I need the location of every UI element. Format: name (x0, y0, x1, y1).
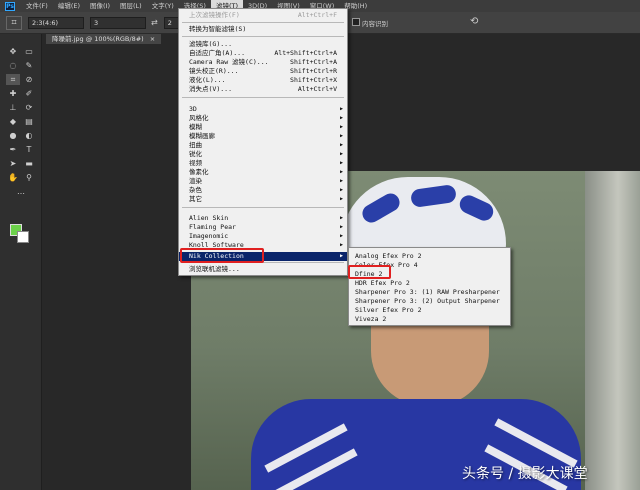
ratio-select[interactable]: 2:3(4:6) (28, 16, 84, 29)
content-aware-label: 内容识别 (362, 20, 388, 28)
submenu-arrow-icon: ▶ (339, 253, 343, 259)
menu-item-alien-skin[interactable]: Alien Skin ▶ (179, 214, 347, 223)
menu-item-lens-correction[interactable]: 镜头校正(R)... Shift+Ctrl+R (179, 67, 347, 76)
submenu-item-silver-efex[interactable]: Silver Efex Pro 2 (349, 306, 510, 315)
menu-item-other[interactable]: 其它 ▶ (179, 195, 347, 204)
submenu-arrow-icon: ▶ (339, 151, 343, 157)
swap-icon[interactable]: ⇄ (151, 18, 158, 27)
crop-icon[interactable]: ⌗ (6, 74, 20, 85)
move-icon[interactable]: ✥ (6, 46, 20, 57)
menu-item-render[interactable]: 渲染 ▶ (179, 177, 347, 186)
eraser-icon[interactable]: ◆ (6, 116, 20, 127)
photo-background-pole (585, 171, 640, 490)
lasso-icon[interactable]: ◌ (6, 60, 20, 71)
type-icon[interactable]: T (22, 144, 36, 155)
menu-item-camera-raw[interactable]: Camera Raw 滤镜(C)... Shift+Ctrl+A (179, 58, 347, 67)
more-icon[interactable]: … (14, 186, 28, 197)
quick-select-icon[interactable]: ✎ (22, 60, 36, 71)
blur-icon[interactable]: ● (6, 130, 20, 141)
healing-icon[interactable]: ✚ (6, 88, 20, 99)
menu-item-imagenomic[interactable]: Imagenomic ▶ (179, 232, 347, 241)
content-aware-checkbox[interactable] (352, 18, 360, 26)
submenu-arrow-icon: ▶ (339, 124, 343, 130)
submenu-arrow-icon: ▶ (339, 133, 343, 139)
menu-item-flaming-pear[interactable]: Flaming Pear ▶ (179, 223, 347, 232)
marquee-icon[interactable]: ▭ (22, 46, 36, 57)
submenu-arrow-icon: ▶ (339, 178, 343, 184)
path-select-icon[interactable]: ➤ (6, 158, 20, 169)
menu-item-nik-collection[interactable]: Nik Collection ▶ (179, 252, 347, 261)
submenu-arrow-icon: ▶ (339, 115, 343, 121)
hand-icon[interactable]: ✋ (6, 172, 20, 183)
menu-item-noise[interactable]: 杂色 ▶ (179, 186, 347, 195)
shape-icon[interactable]: ▬ (22, 158, 36, 169)
dodge-icon[interactable]: ◐ (22, 130, 36, 141)
stamp-icon[interactable]: ⊥ (6, 102, 20, 113)
menu-item-pixelate[interactable]: 像素化 ▶ (179, 168, 347, 177)
menu-item-filter-gallery[interactable]: 滤镜库(G)... (179, 40, 347, 49)
background-color-swatch[interactable] (17, 231, 29, 243)
undo-icon[interactable]: ⟲ (470, 16, 478, 27)
submenu-item-viveza[interactable]: Viveza 2 (349, 315, 510, 324)
menu-file[interactable]: 文件(F) (21, 0, 53, 12)
menu-item-blur-gallery[interactable]: 模糊画廊 ▶ (179, 132, 347, 141)
crop-icon[interactable]: ⌗ (6, 15, 22, 30)
document-tab[interactable]: 降噪前.jpg @ 100%(RGB/8#) × (46, 34, 162, 44)
menu-item-3d[interactable]: 3D ▶ (179, 105, 347, 114)
menu-item-blur[interactable]: 模糊 ▶ (179, 123, 347, 132)
menu-item-convert-smart-filter[interactable]: 转换为智能滤镜(S) (179, 25, 347, 34)
menu-item-browse-filters-online[interactable]: 浏览联机滤镜... (179, 265, 347, 274)
submenu-arrow-icon: ▶ (339, 215, 343, 221)
submenu-item-sharpener-raw[interactable]: Sharpener Pro 3: (1) RAW Presharpener (349, 288, 510, 297)
watermark: 头条号 / 摄影大课堂 (462, 466, 588, 482)
photoshop-logo: Ps (5, 1, 15, 11)
gradient-icon[interactable]: ▤ (22, 116, 36, 127)
menu-layer[interactable]: 图层(L) (115, 0, 147, 12)
tools-panel: ✥ ▭ ◌ ✎ ⌗ ⊘ ✚ ✐ ⊥ ⟳ ◆ ▤ ● ◐ ✒ T ➤ ▬ ✋ ⚲ … (0, 34, 42, 490)
menu-item-vanishing-point[interactable]: 消失点(V)... Alt+Ctrl+V (179, 85, 347, 94)
menu-image[interactable]: 图像(I) (85, 0, 115, 12)
width-input[interactable]: 3 (90, 16, 146, 29)
menu-item-video[interactable]: 视频 ▶ (179, 159, 347, 168)
menu-item-knoll-software[interactable]: Knoll Software ▶ (179, 241, 347, 250)
menu-item-adaptive-wide-angle[interactable]: 自适应广角(A)... Alt+Shift+Ctrl+A (179, 49, 347, 58)
eyedropper-icon[interactable]: ⊘ (22, 74, 36, 85)
menu-edit[interactable]: 编辑(E) (53, 0, 85, 12)
filter-menu: 上次滤镜操作(F) Alt+Ctrl+F 转换为智能滤镜(S) 滤镜库(G)...… (178, 8, 348, 276)
document-tab-title: 降噪前.jpg @ 100%(RGB/8#) (52, 35, 144, 43)
menu-item-liquify[interactable]: 液化(L)... Shift+Ctrl+X (179, 76, 347, 85)
menu-type[interactable]: 文字(Y) (147, 0, 179, 12)
submenu-arrow-icon: ▶ (339, 233, 343, 239)
submenu-arrow-icon: ▶ (339, 160, 343, 166)
submenu-arrow-icon: ▶ (339, 169, 343, 175)
zoom-icon[interactable]: ⚲ (22, 172, 36, 183)
submenu-arrow-icon: ▶ (339, 196, 343, 202)
submenu-item-dfine[interactable]: Dfine 2 (349, 270, 510, 279)
submenu-arrow-icon: ▶ (339, 142, 343, 148)
brush-icon[interactable]: ✐ (22, 88, 36, 99)
submenu-arrow-icon: ▶ (339, 242, 343, 248)
menu-item-distort[interactable]: 扭曲 ▶ (179, 141, 347, 150)
submenu-arrow-icon: ▶ (339, 106, 343, 112)
submenu-item-sharpener-output[interactable]: Sharpener Pro 3: (2) Output Sharpener (349, 297, 510, 306)
submenu-arrow-icon: ▶ (339, 187, 343, 193)
submenu-item-analog-efex[interactable]: Analog Efex Pro 2 (349, 252, 510, 261)
close-icon[interactable]: × (150, 35, 155, 43)
nik-collection-submenu: Analog Efex Pro 2 Color Efex Pro 4 Dfine… (348, 247, 511, 326)
menu-item-last-filter: 上次滤镜操作(F) Alt+Ctrl+F (189, 11, 337, 19)
submenu-item-color-efex[interactable]: Color Efex Pro 4 (349, 261, 510, 270)
submenu-item-hdr-efex[interactable]: HDR Efex Pro 2 (349, 279, 510, 288)
submenu-arrow-icon: ▶ (339, 224, 343, 230)
pen-icon[interactable]: ✒ (6, 144, 20, 155)
menu-item-sharpen[interactable]: 锐化 ▶ (179, 150, 347, 159)
history-brush-icon[interactable]: ⟳ (22, 102, 36, 113)
menu-item-stylize[interactable]: 风格化 ▶ (179, 114, 347, 123)
